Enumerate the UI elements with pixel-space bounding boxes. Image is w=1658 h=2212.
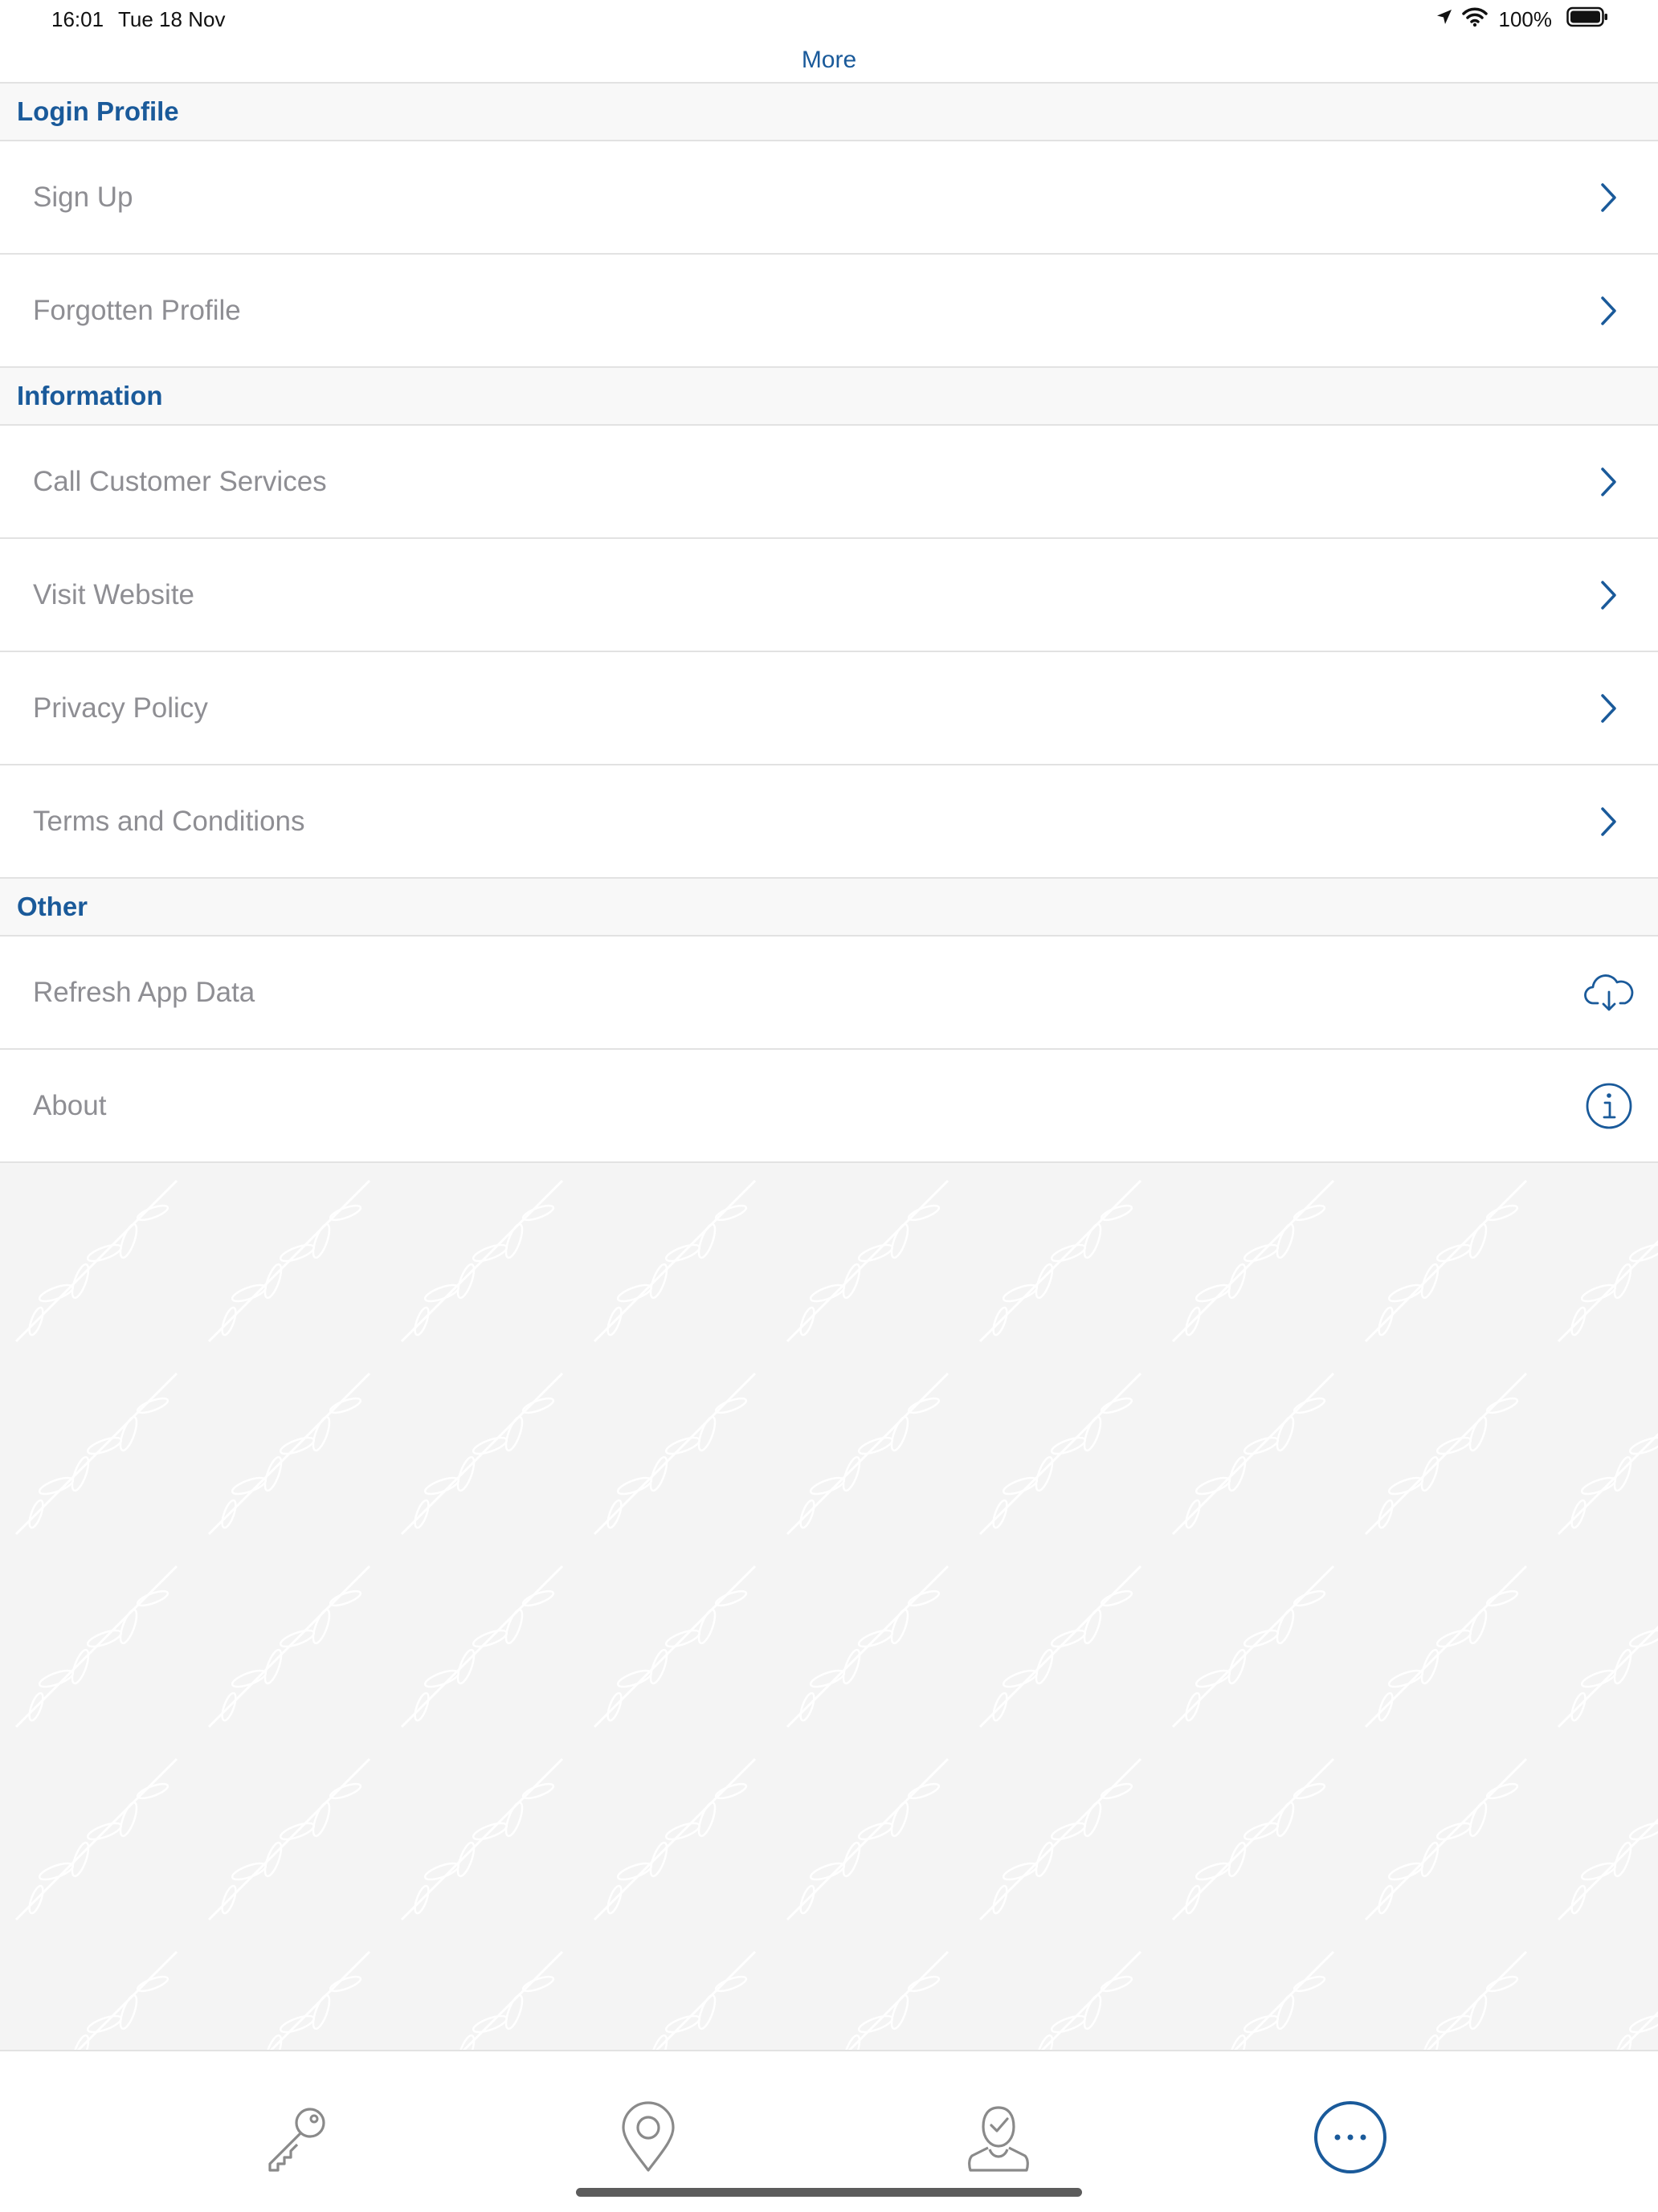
page-title: More — [801, 47, 857, 73]
key-icon — [260, 2101, 333, 2177]
tab-key[interactable] — [252, 2095, 341, 2183]
row-refresh-app-data[interactable]: Refresh App Data — [0, 937, 1658, 1050]
home-indicator[interactable] — [576, 2188, 1082, 2197]
settings-list: Login Profile Sign Up Forgotten Profile … — [0, 84, 1658, 1163]
status-indicators: 100% — [1435, 6, 1609, 33]
location-arrow-icon — [1435, 7, 1454, 32]
chevron-right-icon — [1581, 283, 1637, 339]
chevron-right-icon — [1581, 680, 1637, 737]
section-title: Information — [17, 381, 163, 410]
row-label: Privacy Policy — [33, 692, 208, 724]
row-label: Sign Up — [33, 181, 133, 213]
status-bar: 16:01 Tue 18 Nov 100% — [0, 0, 1658, 39]
chevron-right-icon — [1581, 169, 1637, 226]
section-header-other: Other — [0, 879, 1658, 937]
battery-icon — [1566, 6, 1608, 33]
row-about[interactable]: About — [0, 1050, 1658, 1163]
navigation-bar: More — [0, 39, 1658, 84]
info-icon — [1581, 1078, 1637, 1134]
chevron-right-icon — [1581, 794, 1637, 850]
row-visit-website[interactable]: Visit Website — [0, 539, 1658, 652]
more-icon — [1313, 2100, 1388, 2179]
wifi-icon — [1461, 6, 1488, 33]
row-label: Forgotten Profile — [33, 294, 241, 326]
row-label: Call Customer Services — [33, 465, 327, 497]
status-date: Tue 18 Nov — [118, 7, 226, 31]
location-pin-icon — [612, 2100, 684, 2177]
section-header-information: Information — [0, 368, 1658, 426]
row-label: About — [33, 1089, 107, 1121]
tab-profile[interactable] — [954, 2095, 1043, 2183]
chevron-right-icon — [1581, 454, 1637, 510]
status-time: 16:01 — [51, 7, 104, 31]
chevron-right-icon — [1581, 567, 1637, 623]
row-sign-up[interactable]: Sign Up — [0, 141, 1658, 255]
row-forgotten-profile[interactable]: Forgotten Profile — [0, 255, 1658, 368]
person-check-icon — [962, 2101, 1035, 2177]
row-privacy-policy[interactable]: Privacy Policy — [0, 652, 1658, 765]
battery-percentage: 100% — [1498, 7, 1553, 31]
row-label: Terms and Conditions — [33, 805, 305, 837]
row-call-customer-services[interactable]: Call Customer Services — [0, 426, 1658, 539]
row-terms-and-conditions[interactable]: Terms and Conditions — [0, 765, 1658, 879]
leaf-background-pattern — [0, 1165, 1658, 2050]
section-title: Login Profile — [17, 96, 179, 126]
section-header-login-profile: Login Profile — [0, 84, 1658, 141]
row-label: Refresh App Data — [33, 976, 255, 1008]
tab-more[interactable] — [1306, 2095, 1395, 2183]
cloud-download-icon — [1581, 965, 1637, 1021]
tab-location[interactable] — [604, 2095, 692, 2183]
row-label: Visit Website — [33, 578, 195, 610]
section-title: Other — [17, 892, 88, 921]
